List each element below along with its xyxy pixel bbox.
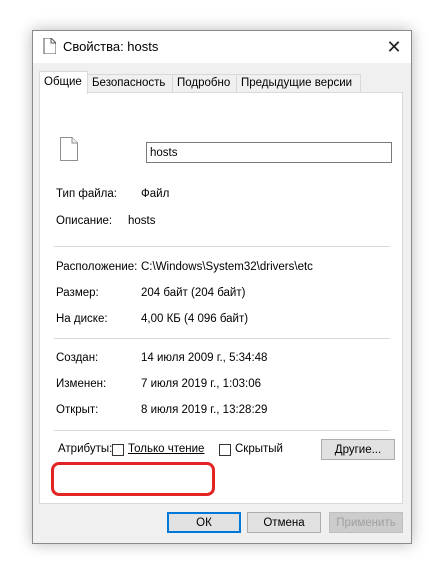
tab-label: Общие: [44, 76, 82, 88]
location-value: C:\Windows\System32\drivers\etc: [141, 261, 313, 273]
attributes-label: Атрибуты:: [58, 443, 113, 455]
tab-general[interactable]: Общие: [39, 71, 88, 94]
modified-value: 7 июля 2019 г., 1:03:06: [141, 378, 262, 390]
separator: [54, 246, 390, 247]
disk-size-value: 4,00 КБ (4 096 байт): [141, 313, 249, 325]
modified-label: Изменен:: [56, 378, 107, 390]
tab-security[interactable]: Безопасность: [87, 74, 173, 93]
file-type-value: Файл: [141, 188, 170, 200]
ok-button[interactable]: ОК: [167, 512, 241, 533]
opened-value: 8 июля 2019 г., 13:28:29: [141, 404, 268, 416]
hidden-checkbox[interactable]: [219, 444, 231, 456]
tab-previous-versions[interactable]: Предыдущие версии: [236, 74, 361, 93]
apply-button[interactable]: Применить: [329, 512, 403, 533]
location-label: Расположение:: [56, 261, 138, 273]
window-title: Свойства: hosts: [63, 39, 159, 54]
close-icon: ✕: [386, 36, 402, 57]
attributes-highlight: [51, 462, 215, 496]
file-icon: [60, 137, 78, 161]
tab-details[interactable]: Подробно: [172, 74, 237, 93]
title-bar[interactable]: Свойства: hosts ✕: [33, 31, 411, 63]
properties-dialog: Свойства: hosts ✕ Общие Безопасность Под…: [32, 30, 412, 544]
tab-label: Безопасность: [92, 77, 166, 89]
other-attributes-button[interactable]: Другие...: [321, 439, 395, 460]
description-label: Описание:: [56, 215, 113, 227]
separator: [54, 430, 390, 431]
readonly-checkbox[interactable]: [112, 444, 124, 456]
tab-label: Предыдущие версии: [241, 77, 353, 89]
description-value: hosts: [128, 215, 156, 227]
separator: [54, 338, 390, 339]
file-type-label: Тип файла:: [56, 188, 117, 200]
tab-label: Подробно: [177, 77, 231, 89]
created-label: Создан:: [56, 352, 99, 364]
readonly-label-text: Только чтение: [128, 443, 205, 455]
file-name-input[interactable]: [146, 142, 392, 163]
close-button[interactable]: ✕: [377, 31, 411, 63]
cancel-button[interactable]: Отмена: [247, 512, 321, 533]
readonly-label[interactable]: Только чтение: [128, 443, 204, 455]
general-panel: Тип файла: Файл Описание: hosts Располож…: [39, 92, 403, 504]
size-value: 204 байт (204 байт): [141, 287, 246, 299]
disk-size-label: На диске:: [56, 313, 108, 325]
tab-strip: Общие Безопасность Подробно Предыдущие в…: [39, 71, 405, 94]
document-icon: [43, 38, 56, 54]
opened-label: Открыт:: [56, 404, 99, 416]
size-label: Размер:: [56, 287, 99, 299]
hidden-label[interactable]: Скрытый: [235, 443, 283, 455]
created-value: 14 июля 2009 г., 5:34:48: [141, 352, 268, 364]
